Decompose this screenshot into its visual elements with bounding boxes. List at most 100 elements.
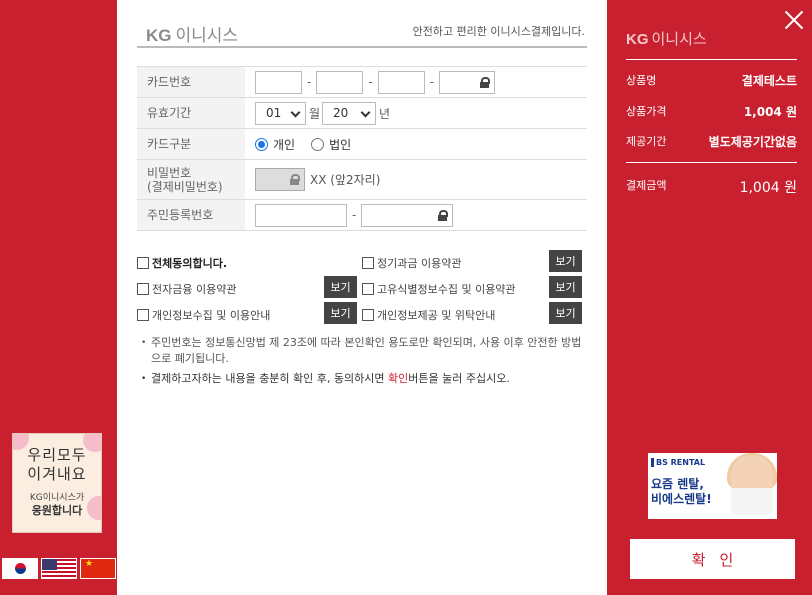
electronic-finance-checkbox[interactable] [137,283,149,295]
expiry-month-value: 01 [266,106,282,120]
personal-radio-label[interactable]: 개인 [273,136,295,153]
ad-copy: 요즘 렌탈, 비에스렌탈! [651,477,712,507]
expiry-year-select[interactable]: 20 [322,101,377,125]
password-label: 비밀번호 (결제비밀번호) [137,160,245,199]
dash: - [429,75,435,89]
agree-all-checkbox[interactable] [137,257,149,269]
unique-id-checkbox[interactable] [362,283,374,295]
china-flag-icon[interactable] [80,558,116,579]
service-period-label: 제공기간 [626,135,667,148]
note-confirm: 결제하고자하는 내용을 충분히 확인 후, 동의하시면 확인버튼을 눌러 주십시… [139,371,584,387]
service-period-value: 별도제공기간없음 [708,135,797,149]
chevron-down-icon [360,107,371,117]
expiry-label: 유효기간 [137,98,245,128]
recurring-label[interactable]: 정기과금 이용약관 [377,255,461,271]
card-number-field-4[interactable] [439,70,496,94]
note-confirm-text-a: 결제하고자하는 내용을 충분히 확인 후, 동의하시면 [151,372,388,385]
us-flag-icon[interactable] [41,558,77,579]
banner-line-1: 우리모두 [27,446,87,464]
product-name-label: 상품명 [626,74,657,87]
total-amount-value: 1,004 원 [739,180,797,196]
view-unique-id-button[interactable]: 보기 [549,276,582,298]
password-hint: XX (앞2자리) [310,173,381,187]
notes-section: 주민번호는 정보통신망법 제 23조에 따라 본인확인 용도로만 확인되며, 사… [139,335,584,391]
lock-icon [290,174,300,185]
note-rrn: 주민번호는 정보통신망법 제 23조에 따라 본인확인 용도로만 확인되며, 사… [139,335,584,367]
rrn-label: 주민등록번호 [137,200,245,230]
card-form: 카드번호 - - - 유효기간 01 월 20 년 카드구분 개인 법인 비밀번… [137,66,587,231]
banner-line-3: KG이니시스가 [29,493,85,503]
password-label-line-1: 비밀번호 [147,165,192,180]
year-unit: 년 [379,106,391,121]
view-personal-info-provide-button[interactable]: 보기 [549,302,582,324]
agree-personal-info-provide[interactable]: 개인정보제공 및 위탁안내 [362,307,495,323]
personal-info-collect-checkbox[interactable] [137,309,149,321]
product-price-row: 상품가격 1,004 원 [626,103,797,120]
service-period-row: 제공기간 별도제공기간없음 [626,133,797,150]
language-flags [2,558,116,579]
corporate-radio[interactable] [311,137,325,151]
lock-icon [480,76,491,88]
view-electronic-finance-button[interactable]: 보기 [324,276,357,298]
note-confirm-highlight: 확인 [388,372,409,385]
dash: - [368,75,373,89]
card-type-label: 카드구분 [137,129,245,159]
bs-rental-ad[interactable]: BS RENTAL 요즘 렌탈, 비에스렌탈! [648,453,777,519]
agree-all[interactable]: 전체동의합니다. [137,255,227,271]
model-photo [731,455,773,515]
unique-id-label[interactable]: 고유식별정보수집 및 이용약관 [377,281,516,297]
personal-info-provide-label[interactable]: 개인정보제공 및 위탁안내 [377,307,495,323]
divider [626,162,797,163]
order-summary-panel: KG 이니시스 상품명 결제테스트 상품가격 1,004 원 제공기간 별도제공기… [607,0,812,595]
corporate-radio-label[interactable]: 법인 [329,136,351,153]
agree-electronic-finance[interactable]: 전자금융 이용약관 [137,281,236,297]
card-number-label: 카드번호 [137,67,245,97]
personal-info-collect-label[interactable]: 개인정보수집 및 이용안내 [152,307,270,323]
view-recurring-button[interactable]: 보기 [549,250,582,272]
inicis-logo: KG 이니시스 [146,26,239,45]
product-price-label: 상품가격 [626,105,667,118]
dash: - [352,208,357,222]
inicis-logo: KG 이니시스 [626,31,707,48]
electronic-finance-label[interactable]: 전자금융 이용약관 [152,281,236,297]
agree-recurring[interactable]: 정기과금 이용약관 [362,255,461,271]
card-type-row: 카드구분 개인 법인 [137,129,587,160]
product-price-value: 1,004 원 [743,105,797,119]
ad-copy-line-1: 요즘 렌탈, [651,477,704,491]
agree-personal-info-collect[interactable]: 개인정보수집 및 이용안내 [137,307,270,323]
personal-radio[interactable] [255,137,268,151]
expiry-month-select[interactable]: 01 [255,101,306,125]
close-icon[interactable] [784,10,804,30]
card-number-field-2[interactable] [316,70,364,94]
card-number-field-3[interactable] [377,70,425,94]
view-personal-info-collect-button[interactable]: 보기 [324,302,357,324]
ad-brand-logo: BS RENTAL [651,458,705,467]
confirm-button[interactable]: 확인 [630,539,795,579]
product-name-value: 결제테스트 [741,74,797,88]
rrn-field-1[interactable] [255,203,347,227]
recurring-checkbox[interactable] [362,257,374,269]
korean-flag-icon[interactable] [2,558,38,579]
month-unit: 월 [309,106,321,121]
card-number-field-1[interactable] [255,70,302,94]
header-tagline: 안전하고 편리한 이니시스결제입니다. [412,25,585,38]
agree-all-label[interactable]: 전체동의합니다. [152,255,227,271]
agree-unique-id[interactable]: 고유식별정보수집 및 이용약관 [362,281,516,297]
ad-copy-line-2: 비에스렌탈! [651,492,712,506]
lock-icon [438,209,449,221]
dash: - [307,75,312,89]
total-amount-label: 결제금액 [626,179,667,192]
password-label-line-2: (결제비밀번호) [147,179,223,194]
rrn-field-2[interactable] [361,203,454,227]
password-field[interactable] [255,168,305,191]
product-name-row: 상품명 결제테스트 [626,72,797,89]
cheer-banner[interactable]: 우리모두 이겨내요 KG이니시스가 응원합니다 [12,433,102,533]
divider [626,59,797,60]
banner-line-4: 응원합니다 [31,504,83,517]
payment-form-panel: KG 이니시스 안전하고 편리한 이니시스결제입니다. 카드번호 - - - 유효… [117,0,607,595]
expiry-year-value: 20 [333,106,349,120]
chevron-down-icon [290,107,301,117]
form-header: KG 이니시스 안전하고 편리한 이니시스결제입니다. [137,18,587,48]
password-row: 비밀번호 (결제비밀번호) XX (앞2자리) [137,160,587,200]
personal-info-provide-checkbox[interactable] [362,309,374,321]
